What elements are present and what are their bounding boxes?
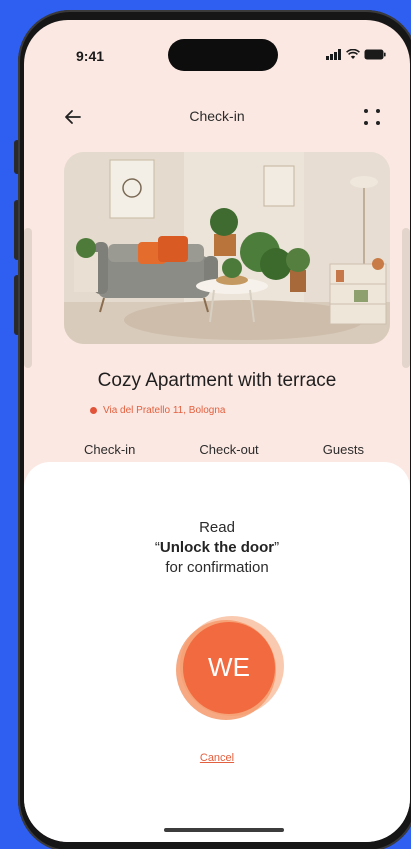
status-time: 9:41 [76,48,105,64]
next-photo-peek [402,228,410,368]
quote-close: ” [274,539,280,556]
listing-address: Via del Pratello 11, Bologna [103,405,226,416]
voice-confirmation-sheet: Read “Unlock the door” for confirmation … [24,462,410,842]
home-indicator [164,828,284,832]
prompt-line-phrase: “Unlock the door” [24,538,410,558]
wifi-icon [346,49,360,59]
battery-icon [364,49,386,60]
stage: 9:41 Check-in Cozy Apartment with terrac… [0,0,411,849]
tab-check-out[interactable]: Check-out [199,442,258,457]
phrase-text: Unlock the door [159,539,275,556]
cancel-button[interactable]: Cancel [24,752,410,764]
phone-screen: 9:41 Check-in Cozy Apartment with terrac… [24,20,410,842]
prompt-line-read: Read [199,519,235,536]
page-title: Check-in [189,108,245,124]
tab-check-in[interactable]: Check-in [84,442,135,457]
status-icons [326,49,386,60]
voice-prompt: Read “Unlock the door” for confirmation [24,518,410,578]
address-row: Via del Pratello 11, Bologna [90,405,226,416]
living-room-illustration [64,152,390,344]
prev-photo-peek [24,228,32,368]
tab-guests[interactable]: Guests [323,442,364,457]
we-logo-blob: WE [176,616,284,720]
status-bar: 9:41 [24,20,410,80]
booking-tabs: Check-in Check-out Guests [84,442,364,457]
four-dots-icon[interactable] [362,107,382,127]
we-logo-text: WE [208,652,250,682]
voice-record-button[interactable]: WE [172,612,286,724]
phone-frame: 9:41 Check-in Cozy Apartment with terrac… [18,10,411,849]
apartment-photo[interactable] [64,152,390,344]
dynamic-island [168,39,278,71]
signal-icon [326,49,341,60]
navigation-bar: Check-in [24,100,410,132]
location-pin-icon [90,407,97,414]
listing-title: Cozy Apartment with terrace [97,370,337,391]
prompt-line-confirm: for confirmation [165,559,269,576]
